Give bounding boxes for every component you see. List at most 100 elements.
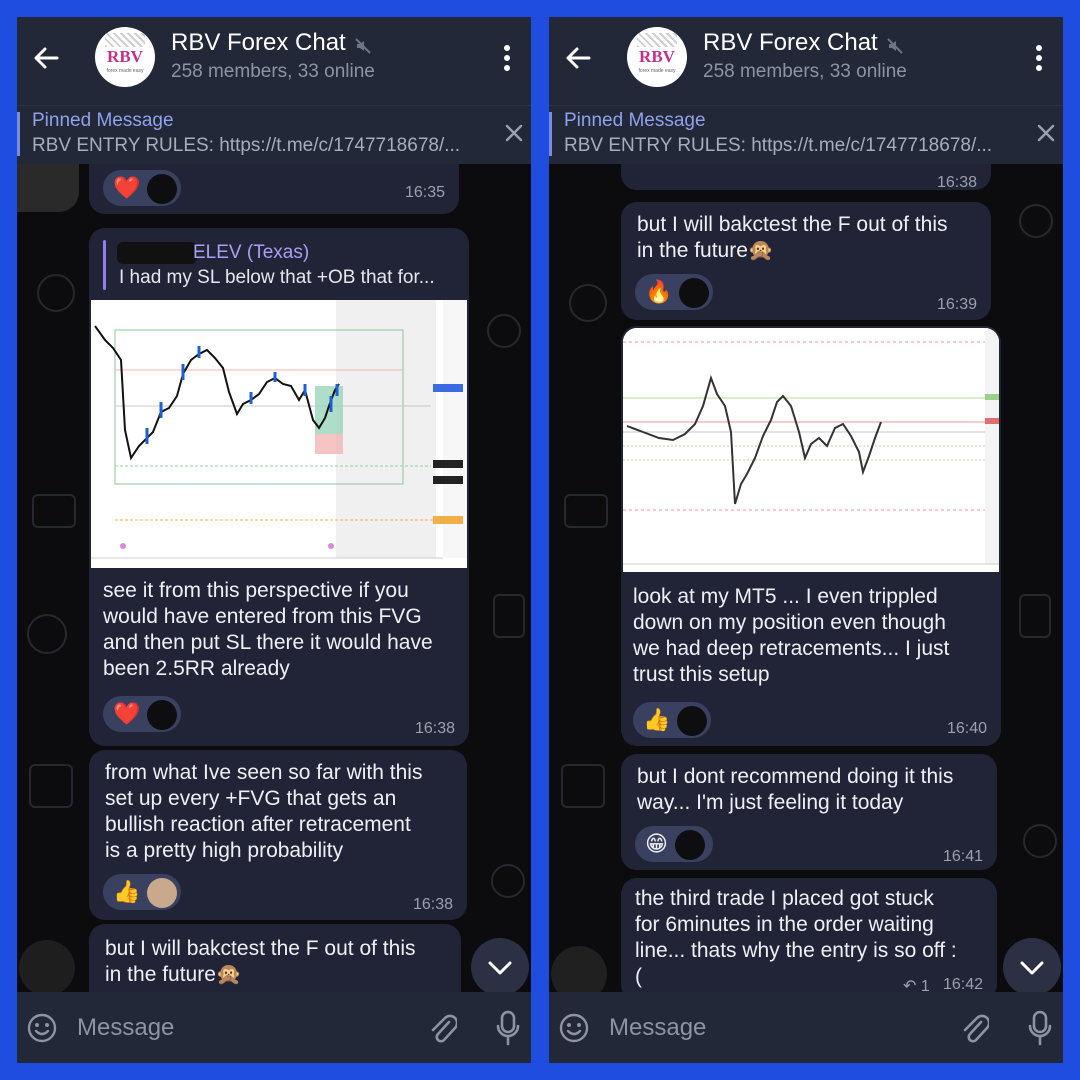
message-bubble[interactable]: the third trade I placed got stuck for 6… <box>621 878 997 992</box>
back-arrow-icon[interactable] <box>31 43 61 73</box>
message-bubble[interactable]: look at my MT5 ... I even trippled down … <box>621 326 1001 746</box>
reaction-chip[interactable]: 👍 <box>633 702 711 738</box>
message-line: see it from this perspective if you <box>103 579 409 602</box>
message-line: way... I'm just feeling it today <box>637 791 904 814</box>
scroll-down-button[interactable] <box>471 938 529 992</box>
message-time: 16:38 <box>936 174 977 191</box>
pinned-message-bar[interactable]: Pinned Message RBV ENTRY RULES: https://… <box>17 105 531 164</box>
message-composer: Message <box>549 992 1063 1063</box>
chat-subtitle: 258 members, 33 online <box>171 61 375 82</box>
chat-title[interactable]: RBV Forex Chat <box>703 29 878 57</box>
candlestick-chart-image <box>623 328 999 572</box>
message-time: 16:39 <box>936 296 977 313</box>
message-text: but I will bakctest the F out of this in… <box>637 212 947 264</box>
avatar[interactable] <box>17 164 79 212</box>
replies-count[interactable]: ↶ 1 <box>903 976 930 992</box>
message-line: for 6minutes in the order waiting <box>635 913 934 936</box>
reaction-chip[interactable]: 👍 <box>103 874 181 910</box>
message-line: look at my MT5 ... I even trippled <box>633 585 938 608</box>
background-doodle <box>37 274 75 312</box>
message-line: in the future🙊 <box>637 239 775 262</box>
message-bubble[interactable]: ELEV (Texas) I had my SL below that +OB … <box>89 228 469 746</box>
reply-author: ELEV (Texas) <box>193 242 310 263</box>
message-line: trust this setup <box>633 663 770 686</box>
emoji-icon[interactable] <box>27 1013 57 1043</box>
message-time: 16:41 <box>942 848 983 865</box>
background-doodle <box>1019 594 1051 638</box>
thumbs-up-reaction-icon: 👍 <box>643 707 671 732</box>
pinned-title: Pinned Message <box>32 110 174 131</box>
chat-header: RBV forex made easy RBV Forex Chat 258 m… <box>549 17 1063 105</box>
reaction-chip[interactable]: ❤️ <box>103 170 181 206</box>
mic-icon[interactable] <box>495 1010 521 1046</box>
message-list[interactable]: 16:38 but I will bakctest the F out of t… <box>549 164 1063 992</box>
mute-icon <box>887 38 903 54</box>
message-bubble[interactable]: 16:38 <box>621 164 991 191</box>
background-doodle <box>27 614 67 654</box>
pinned-message-bar[interactable]: Pinned Message RBV ENTRY RULES: https://… <box>549 105 1063 164</box>
grin-reaction-icon: 😁 <box>645 831 668 856</box>
message-time: 16:38 <box>412 896 453 913</box>
background-doodle <box>32 494 76 528</box>
chevron-down-icon <box>1020 961 1044 975</box>
avatar-tagline: forex made easy <box>106 68 144 74</box>
message-time: 16:42 <box>942 976 983 992</box>
chart-screenshot[interactable] <box>91 300 467 568</box>
background-doodle <box>487 314 521 348</box>
reactor-avatar <box>147 174 177 204</box>
message-line: would have entered from this FVG <box>103 605 422 628</box>
message-input[interactable]: Message <box>609 1014 706 1042</box>
message-text: see it from this perspective if you woul… <box>103 578 433 682</box>
message-bubble[interactable]: ❤️ 16:35 <box>89 164 459 214</box>
message-line: the third trade I placed got stuck <box>635 887 934 910</box>
chart-screenshot[interactable] <box>623 328 999 572</box>
message-bubble[interactable]: from what Ive seen so far with this set … <box>89 750 467 920</box>
message-text: look at my MT5 ... I even trippled down … <box>633 584 949 688</box>
chat-title[interactable]: RBV Forex Chat <box>171 29 346 57</box>
message-bubble[interactable]: but I will bakctest the F out of this in… <box>89 924 461 992</box>
message-line: line... thats why the entry is so off : <box>635 939 957 962</box>
message-line: from what Ive seen so far with this <box>105 761 423 784</box>
message-composer: Message <box>17 992 531 1063</box>
message-text: from what Ive seen so far with this set … <box>105 760 422 864</box>
message-bubble[interactable]: but I will bakctest the F out of this in… <box>621 202 991 320</box>
avatar[interactable] <box>551 946 607 992</box>
reaction-chip[interactable]: ❤️ <box>103 696 181 732</box>
attach-icon[interactable] <box>959 1010 989 1046</box>
scroll-down-button[interactable] <box>1003 938 1061 992</box>
message-input[interactable]: Message <box>77 1014 174 1042</box>
message-line: we had deep retracements... I just <box>633 637 950 660</box>
reply-quote[interactable]: ELEV (Texas) I had my SL below that +OB … <box>103 240 453 290</box>
redacted-name <box>117 242 197 264</box>
background-doodle <box>29 764 73 808</box>
avatar-logo-text: RBV <box>107 47 143 66</box>
message-line: set up every +FVG that gets an <box>105 787 397 810</box>
message-bubble[interactable]: but I dont recommend doing it this way..… <box>621 754 997 870</box>
reactor-avatar <box>147 700 177 730</box>
reaction-chip[interactable]: 🔥 <box>635 274 713 310</box>
group-avatar[interactable]: RBV forex made easy <box>95 27 155 87</box>
message-list[interactable]: ❤️ 16:35 ELEV (Texas) I had my SL below … <box>17 164 531 992</box>
reaction-chip[interactable]: 😁 <box>635 826 713 862</box>
pinned-indicator <box>17 112 20 156</box>
avatar[interactable] <box>19 940 75 992</box>
close-icon[interactable] <box>1035 122 1057 144</box>
reactor-avatar <box>677 706 707 736</box>
message-line: but I will bakctest the F out of this <box>637 213 948 236</box>
mic-icon[interactable] <box>1027 1010 1053 1046</box>
more-menu-icon[interactable] <box>1035 43 1043 73</box>
message-line: and then put SL there it would have <box>103 631 433 654</box>
emoji-icon[interactable] <box>559 1013 589 1043</box>
back-arrow-icon[interactable] <box>563 43 593 73</box>
pinned-text: RBV ENTRY RULES: https://t.me/c/17477186… <box>32 135 461 156</box>
background-doodle <box>1019 204 1053 238</box>
group-avatar[interactable]: RBV forex made easy <box>627 27 687 87</box>
attach-icon[interactable] <box>427 1010 457 1046</box>
message-time: 16:38 <box>414 720 455 737</box>
message-line: in the future🙊 <box>105 963 243 986</box>
background-doodle <box>1023 824 1057 858</box>
avatar-pattern <box>105 33 145 47</box>
avatar-pattern <box>637 33 677 47</box>
more-menu-icon[interactable] <box>503 43 511 73</box>
close-icon[interactable] <box>503 122 525 144</box>
